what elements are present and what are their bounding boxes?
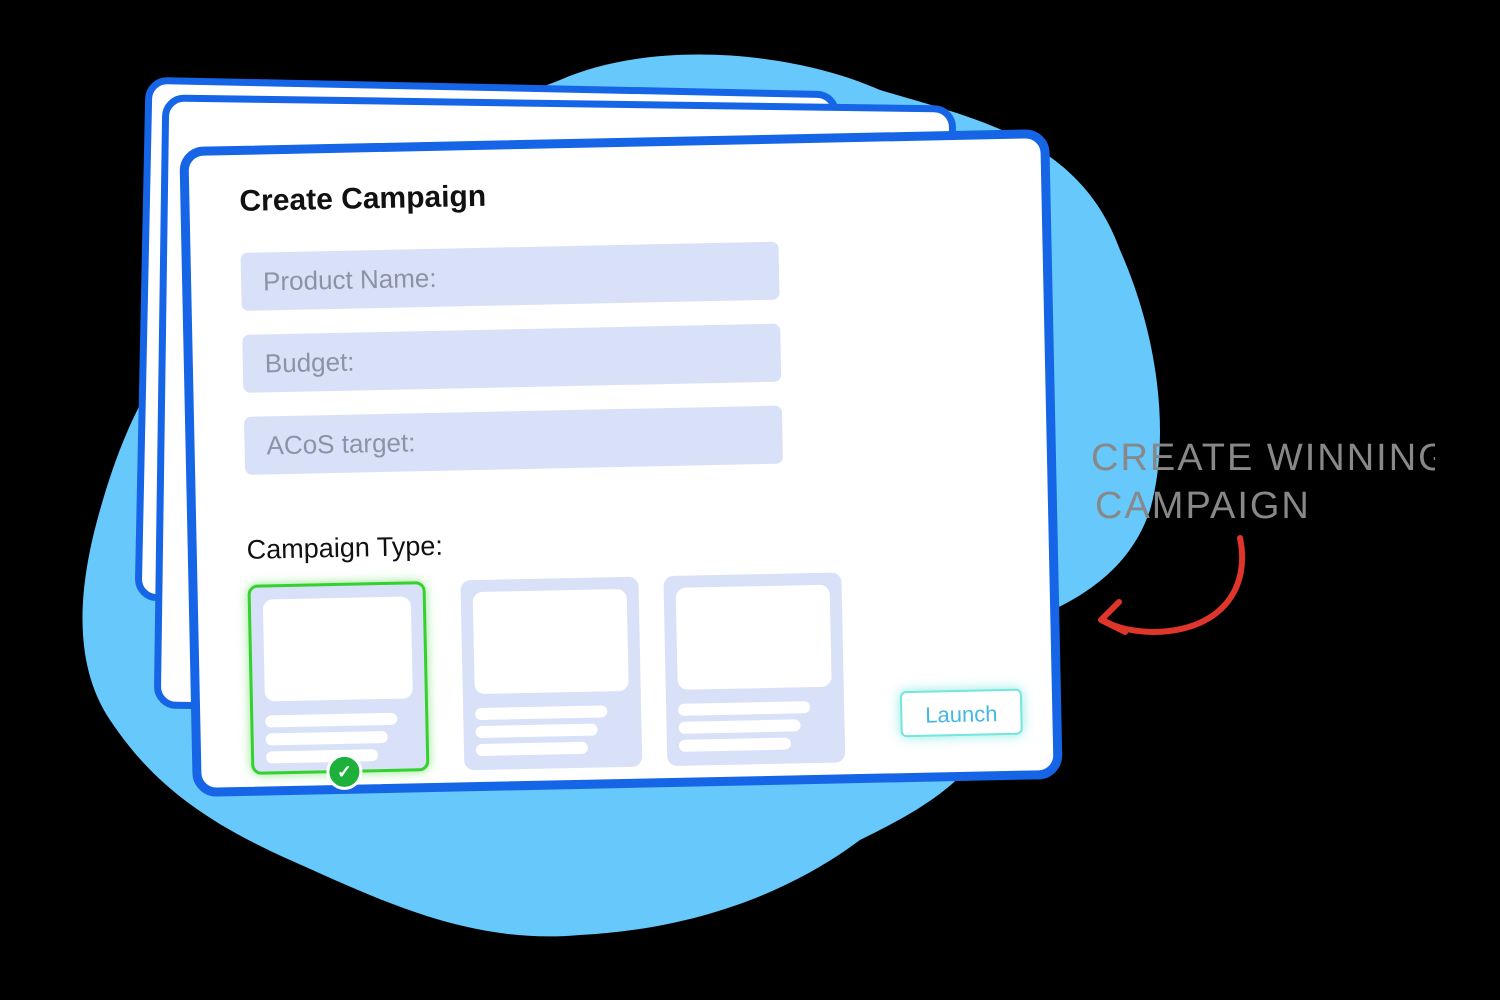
create-campaign-dialog: Create Campaign Product Name: Budget: AC…	[179, 128, 1063, 798]
annotation-text-2: CAMPAIGN	[1095, 485, 1311, 527]
option-preview	[262, 596, 413, 702]
option-preview	[472, 588, 629, 695]
option-text-line	[475, 741, 589, 757]
option-text-line	[678, 737, 792, 752]
option-text-line	[678, 719, 801, 734]
budget-placeholder: Budget:	[264, 346, 355, 378]
curved-arrow-icon	[1100, 535, 1246, 636]
product-name-placeholder: Product Name:	[262, 262, 437, 296]
option-text-line	[678, 701, 811, 716]
dialog-title: Create Campaign	[239, 179, 487, 218]
launch-button[interactable]: Launch	[899, 688, 1023, 738]
check-icon: ✓	[326, 753, 363, 791]
annotation-text: CREATE WINNING	[1091, 437, 1435, 479]
option-preview	[675, 584, 832, 690]
campaign-type-option-1[interactable]: ✓	[247, 581, 430, 791]
option-text-line	[475, 705, 608, 721]
option-text-line	[475, 723, 598, 739]
product-name-field[interactable]: Product Name:	[240, 241, 780, 311]
campaign-type-option-2[interactable]	[460, 576, 643, 771]
acos-target-placeholder: ACoS target:	[266, 426, 416, 460]
budget-field[interactable]: Budget:	[242, 323, 782, 393]
option-text-line	[265, 712, 398, 728]
acos-target-field[interactable]: ACoS target:	[243, 405, 784, 475]
option-text-line	[265, 749, 379, 764]
option-text-line	[265, 730, 388, 746]
annotation-callout: CREATE WINNING CAMPAIGN	[1091, 437, 1435, 636]
campaign-type-option-3[interactable]	[663, 572, 846, 767]
campaign-type-label: Campaign Type:	[246, 530, 444, 565]
